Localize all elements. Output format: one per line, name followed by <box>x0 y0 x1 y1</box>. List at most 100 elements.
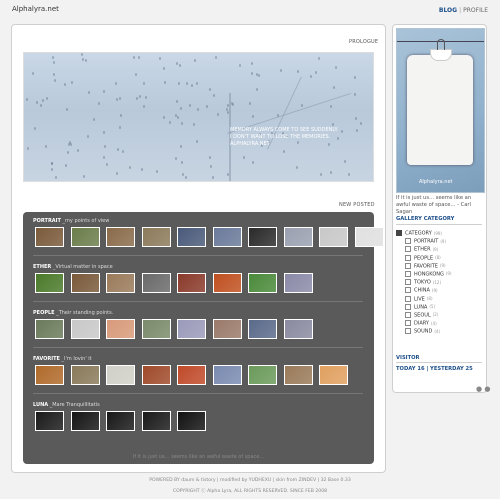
raindrop-shape <box>26 97 29 101</box>
raindrop-shape <box>175 99 178 103</box>
category-item[interactable]: CATEGORY (99) <box>396 230 482 238</box>
nav-blog-link[interactable]: BLOG <box>439 7 457 14</box>
gallery-thumbnail[interactable] <box>141 365 171 385</box>
gallery-thumbnail[interactable] <box>141 273 171 293</box>
gallery-thumbnail[interactable] <box>319 227 348 247</box>
category-item[interactable]: PEOPLE (8) <box>396 254 482 263</box>
gallery-thumbnail[interactable] <box>283 227 313 247</box>
raindrop-shape <box>215 55 218 59</box>
prologue-label: PROLOGUE <box>349 39 379 45</box>
gallery-thumbnail[interactable] <box>106 319 135 339</box>
gallery-thumbnail[interactable] <box>212 319 242 339</box>
category-subtitle: _my points of view <box>62 218 110 224</box>
category-subtitle: _Their standing points. <box>56 310 114 316</box>
category-count: (9) <box>431 287 438 293</box>
raindrop-shape <box>334 66 337 69</box>
gallery-thumbnail[interactable] <box>35 365 64 385</box>
visitor-heading: VISITOR <box>396 355 420 361</box>
raindrop-shape <box>250 62 253 66</box>
gallery-thumbnail[interactable] <box>35 273 64 293</box>
nav-profile-link[interactable]: PROFILE <box>463 7 488 14</box>
category-label: DIARY <box>414 320 429 327</box>
category-item[interactable]: SEOUL (2) <box>396 311 482 320</box>
raindrop-shape <box>65 164 68 168</box>
gallery-thumbnail[interactable] <box>141 227 171 247</box>
raindrop-shape <box>54 175 57 179</box>
gallery-thumbnail[interactable] <box>212 227 242 247</box>
gallery-category-title[interactable]: FAVORITE _I'm lovin' it <box>33 356 363 364</box>
gallery-category-title[interactable]: ETHER _Virtual matter in space <box>33 264 363 272</box>
more-dots-icon[interactable]: ● ● <box>476 385 490 393</box>
gallery-thumbnail[interactable] <box>106 273 135 293</box>
gallery-thumbnail[interactable] <box>177 273 206 293</box>
gallery-category-title[interactable]: PEOPLE _Their standing points. <box>33 310 363 318</box>
gallery-thumbnail[interactable] <box>283 273 313 293</box>
gallery-thumbnail[interactable] <box>35 411 64 431</box>
gallery-thumbnail[interactable] <box>248 319 277 339</box>
gallery-thumbnail[interactable] <box>354 227 384 247</box>
gallery-thumbnail[interactable] <box>141 411 171 431</box>
gallery-thumbnail[interactable] <box>177 411 206 431</box>
gallery-thumbnail[interactable] <box>70 227 100 247</box>
category-item[interactable]: FAVORITE (9) <box>396 262 482 271</box>
category-item[interactable]: SOUND (4) <box>396 328 482 336</box>
gallery-thumbnail[interactable] <box>248 365 277 385</box>
raindrop-shape <box>163 80 166 84</box>
gallery-thumbnail[interactable] <box>35 227 64 247</box>
raindrop-shape <box>280 69 283 73</box>
gallery-thumbnail[interactable] <box>177 227 206 247</box>
site-title[interactable]: Alphalyra.net <box>12 5 59 13</box>
hanger-icon <box>437 39 445 50</box>
raindrop-shape <box>353 93 356 97</box>
raindrop-shape <box>40 104 43 108</box>
raindrop-shape <box>46 97 49 101</box>
raindrop-shape <box>67 151 70 155</box>
raindrop-shape <box>226 111 229 115</box>
gallery-thumbnail[interactable] <box>106 227 135 247</box>
checkbox-icon <box>405 262 411 269</box>
category-item[interactable]: HONGKONG (9) <box>396 270 482 279</box>
raindrop-shape <box>103 89 106 93</box>
category-item[interactable]: DIARY (4) <box>396 320 482 328</box>
divider <box>396 224 482 225</box>
gallery-thumbnail[interactable] <box>177 319 206 339</box>
gallery-thumbnail[interactable] <box>70 273 100 293</box>
category-item[interactable]: LUNA (5) <box>396 303 482 312</box>
gallery-thumbnail[interactable] <box>177 365 206 385</box>
gallery-thumbnail[interactable] <box>283 319 313 339</box>
gallery-thumbnail[interactable] <box>212 273 242 293</box>
raindrop-shape <box>52 55 55 59</box>
gallery-thumbnail[interactable] <box>106 365 135 385</box>
category-item[interactable]: TOKYO (12) <box>396 279 482 287</box>
category-label: LIVE <box>414 296 425 302</box>
gallery-category-title[interactable]: PORTRAIT _my points of view <box>33 218 363 226</box>
gallery-thumbnail[interactable] <box>212 365 242 385</box>
gallery-thumbnail[interactable] <box>319 365 348 385</box>
raindrop-shape <box>252 114 255 118</box>
category-item[interactable]: ETHER (9) <box>396 246 482 254</box>
gallery-thumbnail[interactable] <box>248 273 277 293</box>
category-count: (99) <box>433 230 442 236</box>
divider <box>33 393 363 394</box>
gallery-thumbnail[interactable] <box>283 365 313 385</box>
gallery-thumbnail[interactable] <box>70 411 100 431</box>
raindrop-shape <box>142 104 145 108</box>
raindrop-shape <box>32 72 35 76</box>
gallery-category-title[interactable]: LUNA _Mare Tranquillitatis <box>33 402 363 410</box>
raindrop-shape <box>251 160 254 164</box>
gallery-thumbnail[interactable] <box>70 319 100 339</box>
raindrop-shape <box>181 161 184 165</box>
gallery-thumbnail[interactable] <box>70 365 100 385</box>
gallery-thumbnail[interactable] <box>106 411 135 431</box>
category-item[interactable]: CHINA (9) <box>396 287 482 295</box>
gallery-thumbnail[interactable] <box>35 319 64 339</box>
credits-line: POWERED BY daum & tistory | modified by … <box>149 478 351 483</box>
category-item[interactable]: LIVE (8) <box>396 295 482 304</box>
raindrop-shape <box>226 172 229 176</box>
gallery-thumbnail[interactable] <box>248 227 277 247</box>
raindrop-shape <box>155 170 158 174</box>
raindrop-shape <box>320 173 323 177</box>
category-subtitle: _Mare Tranquillitatis <box>49 402 100 408</box>
category-item[interactable]: PORTRAIT (9) <box>396 238 482 246</box>
gallery-thumbnail[interactable] <box>141 319 171 339</box>
